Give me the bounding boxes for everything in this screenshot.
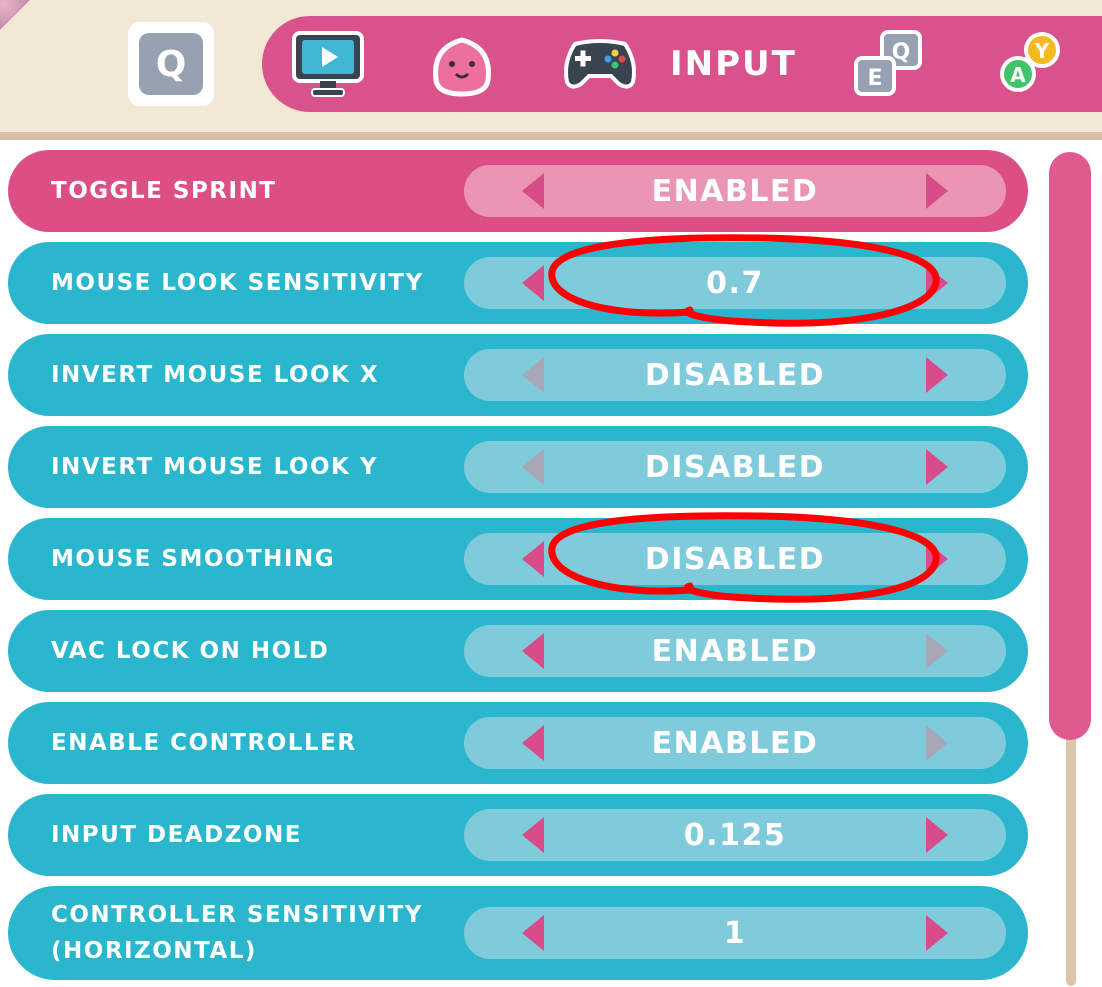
setting-value: ENABLED <box>651 173 819 209</box>
q-key-label: Q <box>139 33 203 95</box>
tab-input[interactable] <box>558 22 642 106</box>
setting-row-enable-controller[interactable]: ENABLE CONTROLLER ENABLED <box>8 702 1028 784</box>
controller-buttons-hint[interactable]: Y A <box>988 22 1072 106</box>
setting-value: DISABLED <box>644 449 826 485</box>
setting-value: 0.7 <box>706 265 764 301</box>
svg-text:Y: Y <box>1034 39 1050 63</box>
active-tab-label: INPUT <box>670 44 797 84</box>
arrow-right-icon[interactable] <box>926 817 948 853</box>
tab-slime[interactable] <box>420 22 504 106</box>
slime-icon <box>433 37 491 97</box>
setting-label: TOGGLE SPRINT <box>51 178 277 204</box>
value-selector: 0.7 <box>464 257 1006 309</box>
value-selector: 0.125 <box>464 809 1006 861</box>
setting-row-mouse-look-sensitivity[interactable]: MOUSE LOOK SENSITIVITY 0.7 <box>8 242 1028 324</box>
setting-label: VAC LOCK ON HOLD <box>51 638 330 664</box>
setting-value: DISABLED <box>644 357 826 393</box>
svg-text:A: A <box>1010 63 1026 87</box>
arrow-right-icon[interactable] <box>926 541 948 577</box>
arrow-right-icon[interactable] <box>926 265 948 301</box>
setting-value: 0.125 <box>683 817 787 853</box>
background-art <box>0 0 70 70</box>
prev-tab-key-hint[interactable]: Q <box>128 22 214 106</box>
setting-row-invert-mouse-look-x[interactable]: INVERT MOUSE LOOK X DISABLED <box>8 334 1028 416</box>
setting-label: MOUSE LOOK SENSITIVITY <box>51 270 424 296</box>
value-selector: DISABLED <box>464 533 1006 585</box>
eq-keys-icon: Q E <box>854 30 922 96</box>
setting-value: DISABLED <box>644 541 826 577</box>
tab-video[interactable] <box>286 22 370 106</box>
arrow-right-icon[interactable] <box>926 357 948 393</box>
setting-label: INPUT DEADZONE <box>51 822 302 848</box>
setting-row-vac-lock-on-hold[interactable]: VAC LOCK ON HOLD ENABLED <box>8 610 1028 692</box>
setting-value: ENABLED <box>651 633 819 669</box>
ay-buttons-icon: Y A <box>1000 32 1060 92</box>
svg-text:E: E <box>867 66 882 91</box>
value-selector: DISABLED <box>464 441 1006 493</box>
monitor-play-icon <box>292 31 364 97</box>
setting-value: 1 <box>723 915 747 951</box>
setting-value: ENABLED <box>651 725 819 761</box>
setting-row-invert-mouse-look-y[interactable]: INVERT MOUSE LOOK Y DISABLED <box>8 426 1028 508</box>
next-tab-keys-hint[interactable]: Q E <box>846 22 930 106</box>
arrow-right-icon[interactable] <box>926 173 948 209</box>
setting-row-toggle-sprint[interactable]: TOGGLE SPRINT ENABLED <box>8 150 1028 232</box>
setting-row-controller-sensitivity-horizontal[interactable]: CONTROLLER SENSITIVITY (HORIZONTAL) 1 <box>8 886 1028 980</box>
setting-label: CONTROLLER SENSITIVITY (HORIZONTAL) <box>51 902 423 964</box>
top-menu-bar: Q INPUT Q E Y A <box>0 0 1102 140</box>
setting-row-input-deadzone[interactable]: INPUT DEADZONE 0.125 <box>8 794 1028 876</box>
arrow-right-icon[interactable] <box>926 633 948 669</box>
settings-tab-bar: INPUT Q E Y A <box>262 16 1102 112</box>
setting-label: INVERT MOUSE LOOK X <box>51 362 380 388</box>
setting-label: MOUSE SMOOTHING <box>51 546 336 572</box>
setting-row-mouse-smoothing[interactable]: MOUSE SMOOTHING DISABLED <box>8 518 1028 600</box>
arrow-right-icon[interactable] <box>926 725 948 761</box>
setting-label: INVERT MOUSE LOOK Y <box>51 454 379 480</box>
arrow-right-icon[interactable] <box>926 449 948 485</box>
scrollbar-thumb[interactable] <box>1049 152 1091 740</box>
value-selector: DISABLED <box>464 349 1006 401</box>
value-selector: ENABLED <box>464 717 1006 769</box>
value-selector: ENABLED <box>464 625 1006 677</box>
value-selector: 1 <box>464 907 1006 959</box>
arrow-right-icon[interactable] <box>926 915 948 951</box>
gamepad-icon <box>564 39 636 89</box>
value-selector: ENABLED <box>464 165 1006 217</box>
setting-label: ENABLE CONTROLLER <box>51 730 357 756</box>
